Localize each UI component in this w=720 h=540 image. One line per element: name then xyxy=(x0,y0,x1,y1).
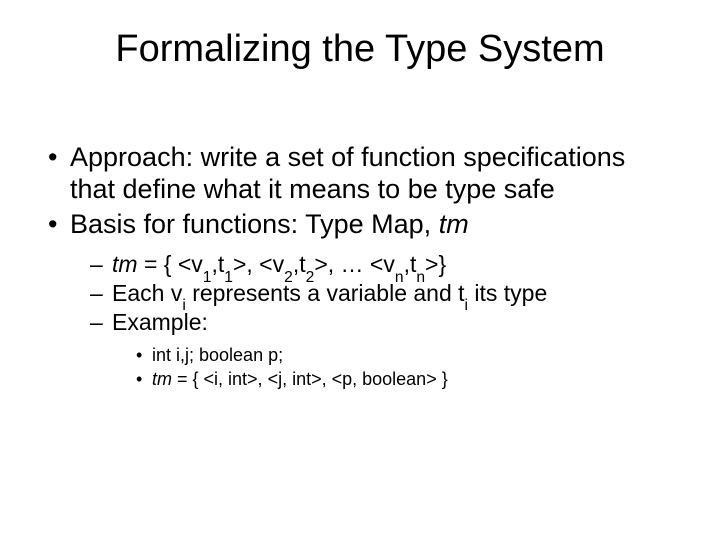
sub-each-v: Each vi represents a variable and ti its… xyxy=(48,279,672,308)
text: ,t xyxy=(404,251,417,277)
text: represents a variable and t xyxy=(186,280,465,306)
bullet-basis: Basis for functions: Type Map, tm xyxy=(48,208,672,240)
text: Each v xyxy=(112,280,182,306)
bullet-approach: Approach: write a set of function specif… xyxy=(48,141,672,206)
bullet-list: Approach: write a set of function specif… xyxy=(48,141,672,391)
text: = { <i, int>, <j, int>, <p, boolean> } xyxy=(172,369,448,389)
tm-italic: tm xyxy=(152,369,172,389)
ex-tm: tm = { <i, int>, <j, int>, <p, boolean> … xyxy=(48,368,672,391)
sub-tm-def: tm = { <v1,t1>, <v2,t2>, … <vn,tn>} xyxy=(48,250,672,279)
text: >, <v xyxy=(233,251,284,277)
tm-italic: tm xyxy=(439,209,469,239)
text: ,t xyxy=(293,251,306,277)
tm-italic: tm xyxy=(112,251,138,277)
text: ,t xyxy=(211,251,224,277)
text: >, … <v xyxy=(314,251,395,277)
text: Basis for functions: Type Map, xyxy=(70,209,439,239)
text: = { <v xyxy=(138,251,203,277)
ex-decl: int i,j; boolean p; xyxy=(48,344,672,367)
text: >} xyxy=(425,251,446,277)
text: its type xyxy=(468,280,547,306)
slide-title: Formalizing the Type System xyxy=(48,28,672,71)
sub-example: Example: xyxy=(48,308,672,337)
